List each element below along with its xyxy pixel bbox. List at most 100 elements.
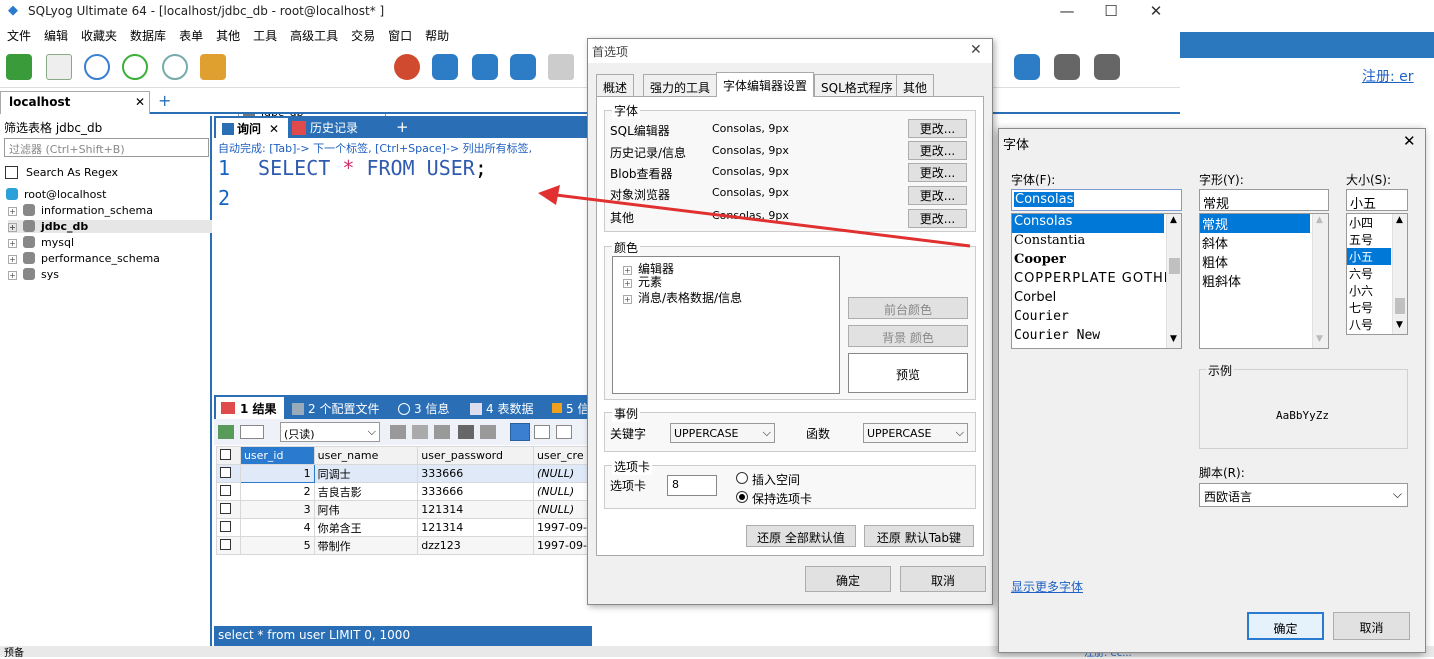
schema-sync-icon[interactable]: [1054, 54, 1080, 80]
tab-profile[interactable]: 2 个配置文件: [292, 400, 379, 417]
font-list-item[interactable]: COPPERPLATE GOTHIC: [1012, 271, 1181, 290]
close-window-button[interactable]: ✕: [1133, 0, 1179, 24]
cell[interactable]: 4: [239, 518, 315, 537]
register-link[interactable]: 注册: er: [1362, 66, 1414, 86]
scroll-down-icon[interactable]: ▼: [1316, 334, 1323, 344]
font-list-item[interactable]: Consolas: [1012, 214, 1164, 233]
tree-root[interactable]: root@localhost: [6, 188, 106, 201]
script-select[interactable]: 西欧语言 ⌵: [1199, 483, 1408, 507]
size-list-item[interactable]: 小五: [1347, 248, 1391, 265]
filter-input[interactable]: 过滤器 (Ctrl+Shift+B): [4, 138, 209, 157]
style-list-item[interactable]: 斜体: [1200, 233, 1328, 252]
table-row[interactable]: 4 你弟含王 121314 1997-09-: [216, 518, 592, 537]
cell[interactable]: (NULL): [533, 482, 592, 501]
font-list-item[interactable]: Cooper: [1012, 252, 1181, 271]
backup-icon[interactable]: [432, 54, 458, 80]
tab-size-input[interactable]: 8: [667, 475, 717, 496]
user-manager-icon[interactable]: [394, 54, 420, 80]
foreground-color-button[interactable]: 前台颜色: [848, 297, 968, 319]
minimize-button[interactable]: —: [1044, 0, 1090, 24]
filter-icon[interactable]: [390, 425, 406, 439]
menu-other[interactable]: 其他: [209, 24, 246, 44]
scroll-thumb[interactable]: [1169, 258, 1180, 274]
cell[interactable]: 333666: [417, 464, 534, 483]
style-list-scrollbar[interactable]: ▲ ▼: [1312, 214, 1328, 348]
table-row[interactable]: 2 吉良吉影 333666 (NULL): [216, 482, 592, 501]
view-dropdown-icon[interactable]: [240, 425, 264, 439]
save-icon[interactable]: [434, 425, 450, 439]
restore-tab-default-button[interactable]: 还原 默认Tab键: [864, 525, 974, 547]
show-more-fonts-link[interactable]: 显示更多字体: [1011, 578, 1083, 595]
table-tool-icon[interactable]: [548, 54, 574, 80]
data-sync-icon[interactable]: [1094, 54, 1120, 80]
font-cancel-button[interactable]: 取消: [1333, 612, 1410, 640]
cell[interactable]: 你弟含王: [313, 518, 419, 537]
menu-database[interactable]: 数据库: [123, 24, 172, 44]
function-case-select[interactable]: UPPERCASE ⌵: [863, 423, 968, 443]
scroll-down-icon[interactable]: ▼: [1170, 334, 1177, 344]
select-all-checkbox[interactable]: [216, 446, 241, 465]
insert-spaces-radio[interactable]: [736, 472, 748, 484]
tree-item-elements[interactable]: + 元素: [613, 273, 839, 289]
cell[interactable]: 阿伟: [313, 500, 419, 519]
column-header[interactable]: user_id: [239, 446, 315, 465]
size-list-scrollbar[interactable]: ▲ ▼: [1392, 214, 1407, 334]
tab-info[interactable]: 3 信息: [398, 400, 449, 417]
expand-icon[interactable]: +: [8, 223, 17, 232]
cell[interactable]: 1997-09-: [533, 518, 592, 537]
tab-query[interactable]: 询问 ✕: [216, 118, 288, 138]
menu-advanced-tools[interactable]: 高级工具: [283, 24, 344, 44]
font-list-item[interactable]: Constantia: [1012, 233, 1181, 252]
tab-more[interactable]: 5 信: [552, 400, 589, 417]
connect-icon[interactable]: [6, 54, 32, 80]
close-icon[interactable]: ✕: [269, 122, 279, 136]
cell[interactable]: 121314: [417, 500, 534, 519]
menu-table[interactable]: 表单: [172, 24, 209, 44]
text-view-icon[interactable]: [556, 425, 572, 439]
refresh-icon[interactable]: [218, 425, 234, 439]
tab-font-editor[interactable]: 字体编辑器设置: [716, 72, 815, 97]
style-list-item[interactable]: 粗体: [1200, 252, 1328, 271]
expand-icon[interactable]: +: [623, 295, 632, 304]
scroll-up-icon[interactable]: ▲: [1170, 215, 1177, 225]
cell[interactable]: 同调士: [313, 464, 419, 483]
cell[interactable]: 2: [239, 482, 315, 501]
font-style-list[interactable]: 常规 斜体 粗体 粗斜体 ▲ ▼: [1199, 213, 1329, 349]
font-ok-button[interactable]: 确定: [1247, 612, 1324, 640]
tab-sql-formatter[interactable]: SQL格式程序: [814, 74, 900, 96]
row-checkbox[interactable]: [216, 482, 241, 501]
expand-icon[interactable]: +: [8, 207, 17, 216]
form-view-icon[interactable]: [534, 425, 550, 439]
keep-tabs-radio[interactable]: [736, 491, 748, 503]
tree-item-jdbc-db[interactable]: + jdbc_db: [8, 220, 212, 233]
cell[interactable]: 带制作: [313, 536, 419, 555]
font-list-item[interactable]: Courier: [1012, 309, 1181, 328]
cell[interactable]: dzz123: [417, 536, 534, 555]
column-header[interactable]: user_name: [313, 446, 419, 465]
font-name-input[interactable]: Consolas: [1011, 189, 1182, 211]
table-row[interactable]: 3 阿伟 121314 (NULL): [216, 500, 592, 519]
menu-window[interactable]: 窗口: [381, 24, 418, 44]
copy-icon[interactable]: [412, 425, 428, 439]
expand-icon[interactable]: +: [8, 271, 17, 280]
prefs-cancel-button[interactable]: 取消: [900, 566, 986, 592]
background-color-button[interactable]: 背景 颜色: [848, 325, 968, 347]
tree-item-sys[interactable]: + sys: [8, 268, 59, 281]
cell[interactable]: 333666: [417, 482, 534, 501]
font-list-item[interactable]: Courier New: [1012, 328, 1181, 347]
tab-overview[interactable]: 概述: [596, 74, 635, 96]
cancel-icon[interactable]: [480, 425, 496, 439]
cell[interactable]: (NULL): [533, 464, 592, 483]
table-row[interactable]: 5 带制作 dzz123 1997-09-: [216, 536, 592, 555]
font-list-scrollbar[interactable]: ▲ ▼: [1166, 214, 1181, 348]
menu-tools[interactable]: 工具: [246, 24, 283, 44]
keyword-case-select[interactable]: UPPERCASE ⌵: [670, 423, 775, 443]
prefs-ok-button[interactable]: 确定: [805, 566, 891, 592]
cell[interactable]: (NULL): [533, 500, 592, 519]
expand-icon[interactable]: +: [623, 279, 632, 288]
font-style-input[interactable]: 常规: [1199, 189, 1329, 212]
connection-tab[interactable]: localhost ✕: [0, 91, 150, 114]
readonly-select[interactable]: (只读) ⌵: [280, 422, 380, 442]
add-tab-button[interactable]: +: [396, 118, 409, 136]
tab-table-data[interactable]: 4 表数据: [470, 400, 533, 417]
